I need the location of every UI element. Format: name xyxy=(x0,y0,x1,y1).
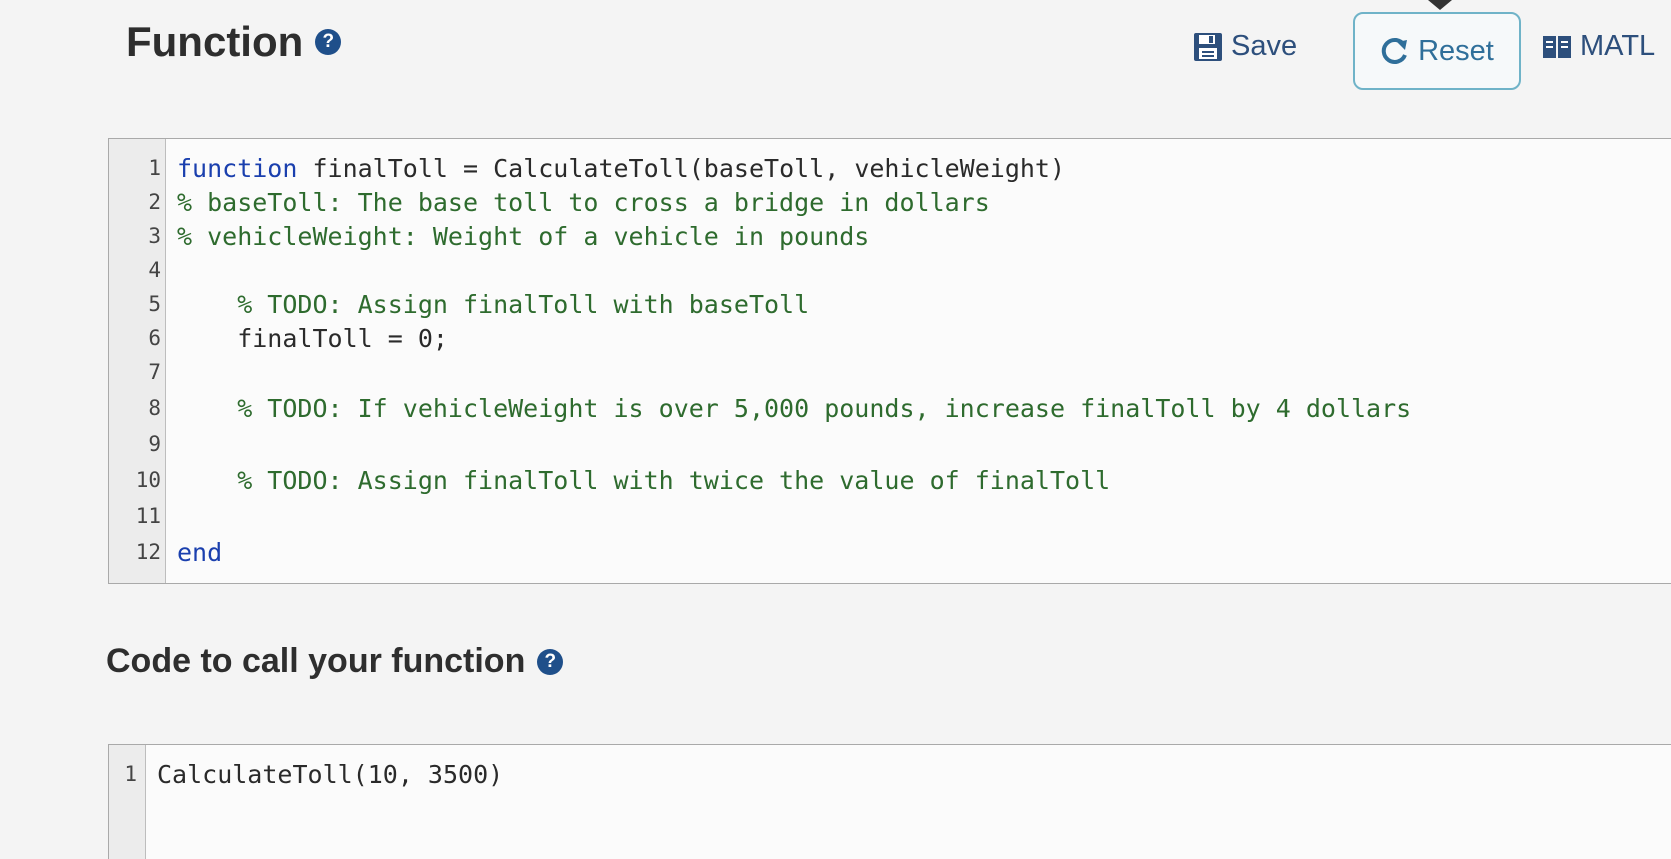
line-number: 5 xyxy=(148,292,161,316)
call-code-editor[interactable]: 1 CalculateToll(10, 3500) xyxy=(108,744,1671,859)
line-number: 6 xyxy=(148,326,161,350)
code-line: 9 xyxy=(109,427,1669,461)
code-comment: % TODO: Assign finalToll with twice the … xyxy=(177,465,1111,495)
save-button[interactable]: Save xyxy=(1193,30,1297,63)
code-line: 1 CalculateToll(10, 3500) xyxy=(109,757,1669,791)
matlab-label: MATL xyxy=(1580,30,1656,62)
code-text: function finalToll = CalculateToll(baseT… xyxy=(177,154,1065,183)
code-line: 11 xyxy=(109,499,1669,533)
page: Function ? Save Reset MATL 1 function fi… xyxy=(0,0,1671,859)
line-number: 7 xyxy=(148,360,161,384)
line-number: 3 xyxy=(148,224,161,248)
line-number: 12 xyxy=(135,540,161,564)
code-text: CalculateToll(10, 3500) xyxy=(157,759,504,789)
tooltip-pointer-icon xyxy=(1428,0,1452,10)
function-heading: Function ? xyxy=(126,18,342,66)
help-icon[interactable]: ? xyxy=(537,648,564,675)
code-line: 4 xyxy=(109,253,1669,287)
book-icon xyxy=(1543,35,1571,58)
line-number: 10 xyxy=(135,468,161,492)
reset-button[interactable]: Reset xyxy=(1353,12,1521,90)
line-number: 9 xyxy=(148,432,161,456)
help-icon[interactable]: ? xyxy=(315,29,342,55)
line-number: 1 xyxy=(148,156,161,180)
code-line: 8 % TODO: If vehicleWeight is over 5,000… xyxy=(109,391,1669,425)
code-line: 5 % TODO: Assign finalToll with baseToll xyxy=(109,287,1669,321)
code-line: 10 % TODO: Assign finalToll with twice t… xyxy=(109,463,1669,497)
refresh-icon xyxy=(1381,37,1408,64)
code-line: 1 function finalToll = CalculateToll(bas… xyxy=(109,151,1669,185)
code-comment: % TODO: If vehicleWeight is over 5,000 p… xyxy=(177,393,1412,423)
function-title: Function xyxy=(126,18,304,65)
call-section-title: Code to call your function xyxy=(106,642,526,680)
function-code-editor[interactable]: 1 function finalToll = CalculateToll(bas… xyxy=(108,138,1671,584)
line-number: 1 xyxy=(124,762,137,786)
keyword: function xyxy=(177,153,298,183)
line-number: 2 xyxy=(148,190,161,214)
code-comment: % baseToll: The base toll to cross a bri… xyxy=(177,187,990,217)
keyword: end xyxy=(177,537,223,567)
code-text: finalToll = 0; xyxy=(177,323,448,353)
line-number: 11 xyxy=(135,504,161,528)
call-section-heading: Code to call your function ? xyxy=(106,642,564,681)
code-rest: finalToll = CalculateToll(baseToll, vehi… xyxy=(297,153,1066,183)
matlab-button[interactable]: MATL xyxy=(1542,30,1655,63)
code-line: 12 end xyxy=(109,535,1669,569)
code-line: 6 finalToll = 0; xyxy=(109,321,1669,355)
line-number: 4 xyxy=(148,258,161,282)
floppy-disk-icon xyxy=(1194,32,1222,61)
code-line: 7 xyxy=(109,355,1669,389)
line-number: 8 xyxy=(148,396,161,420)
code-comment: % TODO: Assign finalToll with baseToll xyxy=(177,289,810,319)
save-label: Save xyxy=(1231,30,1298,62)
code-line: 2 % baseToll: The base toll to cross a b… xyxy=(109,185,1669,219)
code-comment: % vehicleWeight: Weight of a vehicle in … xyxy=(177,221,870,251)
code-line: 3 % vehicleWeight: Weight of a vehicle i… xyxy=(109,219,1669,253)
reset-label: Reset xyxy=(1418,34,1494,67)
